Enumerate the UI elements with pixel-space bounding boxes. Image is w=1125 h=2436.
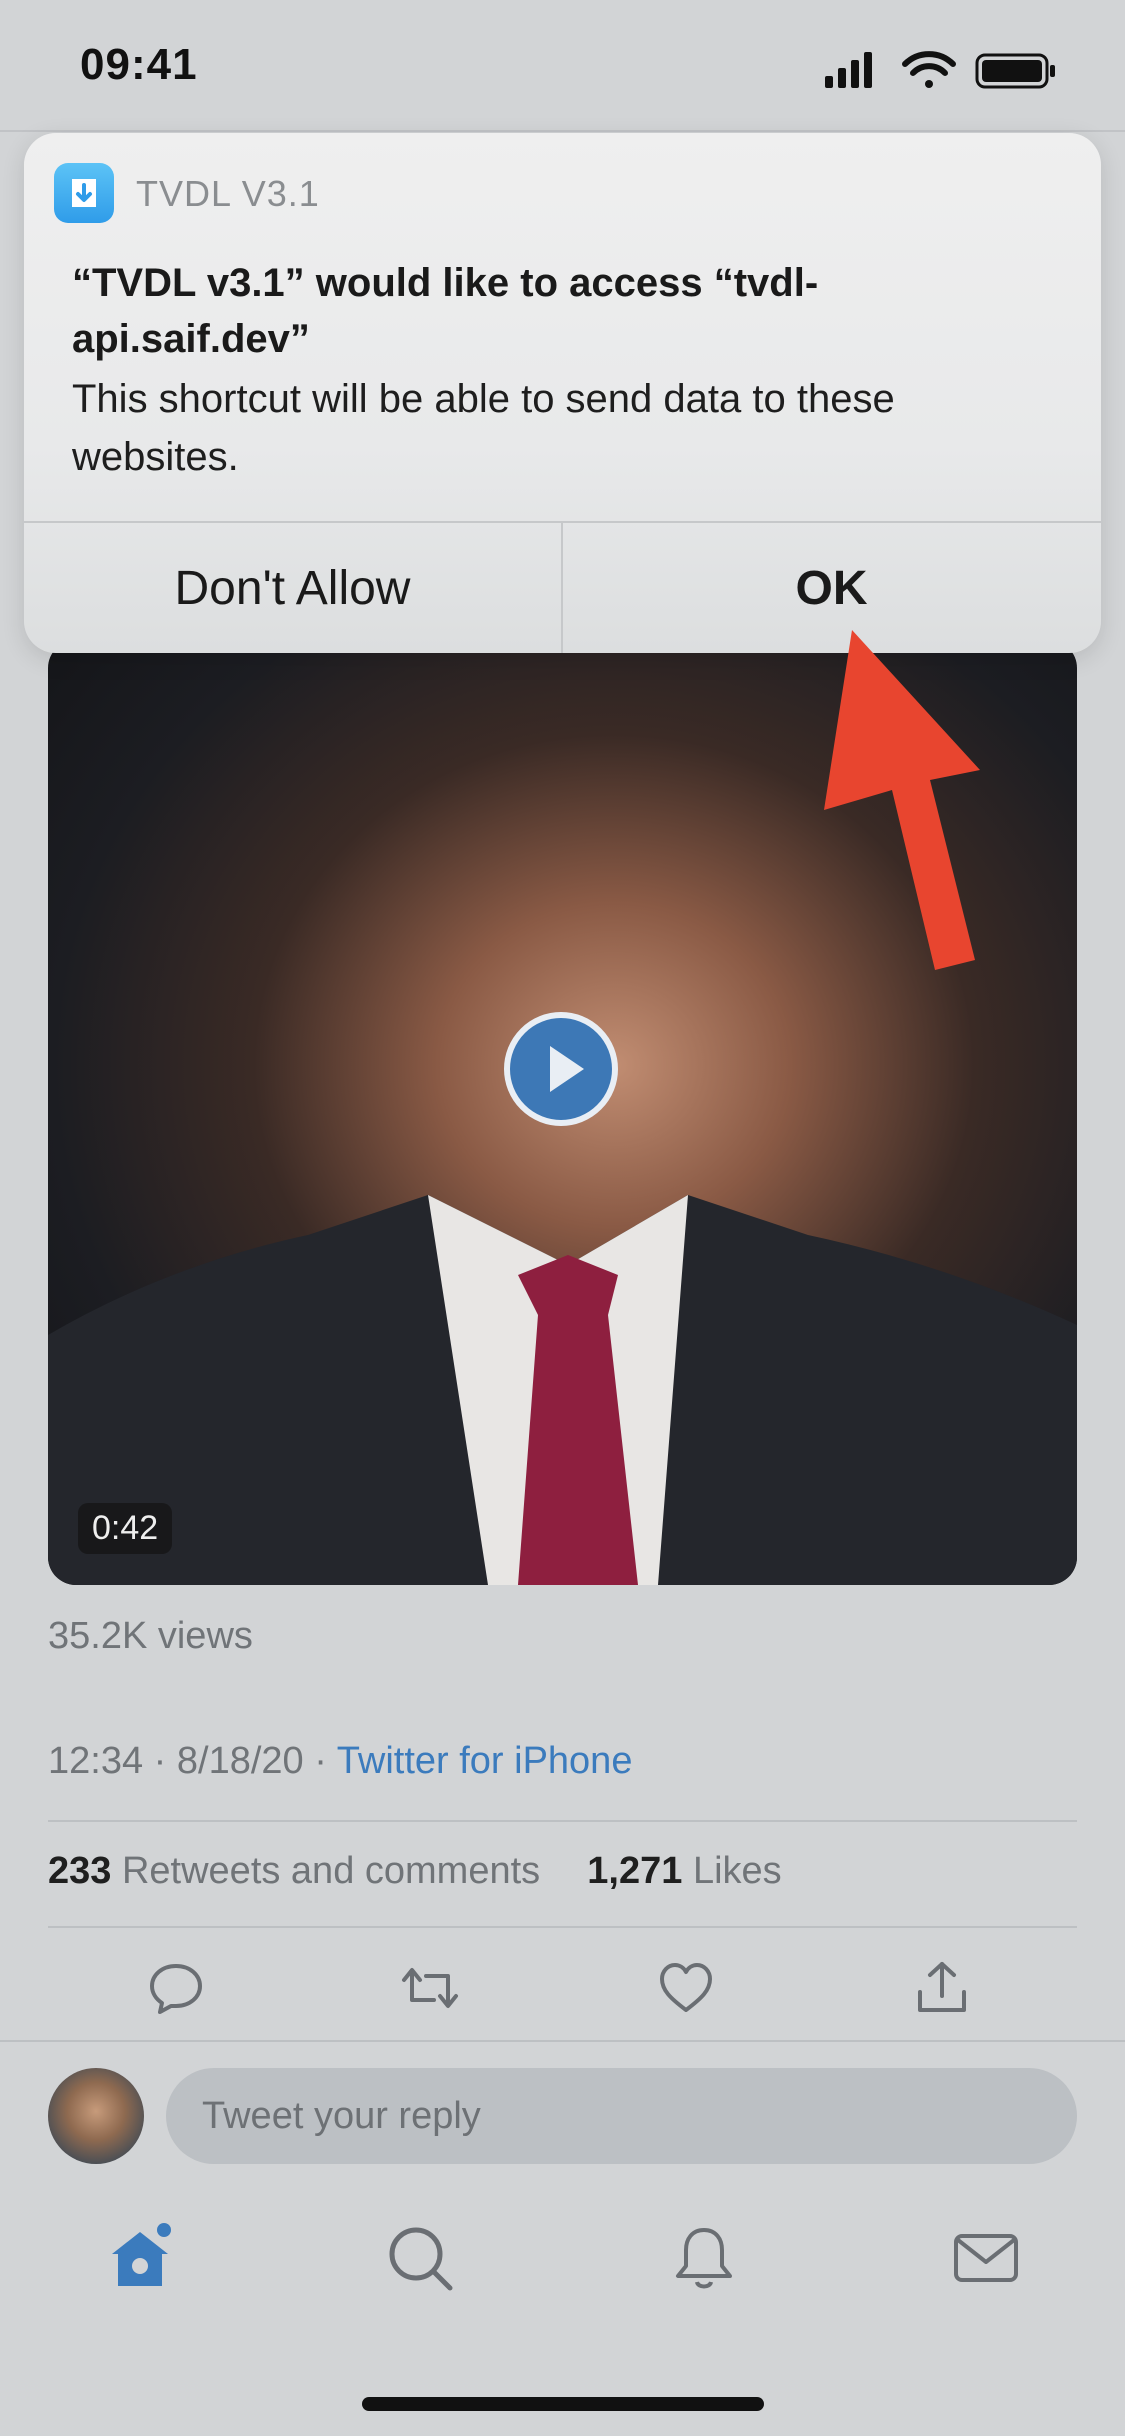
reply-icon[interactable] <box>146 1958 206 2018</box>
tweet-time: 12:34 <box>48 1740 144 1782</box>
retweets-count[interactable]: 233 <box>48 1850 111 1892</box>
permission-alert: TVDL V3.1 “TVDL v3.1” would like to acce… <box>24 133 1101 653</box>
divider <box>48 1926 1077 1928</box>
notifications-icon[interactable] <box>668 2222 740 2294</box>
dont-allow-button[interactable]: Don't Allow <box>24 523 561 653</box>
battery-icon <box>975 53 1055 89</box>
top-divider <box>0 130 1125 132</box>
divider <box>0 2040 1125 2042</box>
messages-icon[interactable] <box>950 2222 1022 2294</box>
alert-app-name: TVDL V3.1 <box>136 173 320 214</box>
engagement-counts: 233 Retweets and comments 1,271 Likes <box>48 1850 782 1893</box>
video-duration-badge: 0:42 <box>78 1503 173 1554</box>
shortcut-app-icon <box>54 163 114 223</box>
alert-message: This shortcut will be able to send data … <box>72 377 895 479</box>
download-icon <box>72 179 96 207</box>
annotation-arrow-icon <box>824 630 980 970</box>
search-icon[interactable] <box>384 2222 456 2294</box>
likes-count[interactable]: 1,271 <box>587 1850 682 1892</box>
play-icon <box>550 1046 584 1092</box>
likes-label[interactable]: Likes <box>693 1850 782 1892</box>
tweet-reply-input[interactable] <box>166 2068 1077 2164</box>
share-icon[interactable] <box>912 1958 972 2018</box>
status-icons <box>825 51 1055 89</box>
wifi-icon <box>902 51 956 88</box>
tweet-source-link[interactable]: Twitter for iPhone <box>337 1740 633 1782</box>
status-time: 09:41 <box>80 40 198 89</box>
play-button[interactable] <box>504 1012 618 1126</box>
divider <box>48 1820 1077 1822</box>
view-count: 35.2K views <box>48 1615 253 1657</box>
like-icon[interactable] <box>656 1958 716 2018</box>
separator: · <box>314 1740 327 1782</box>
home-indicator <box>362 2397 764 2411</box>
home-icon[interactable] <box>104 2222 176 2294</box>
alert-title: “TVDL v3.1” would like to access “tvdl-a… <box>72 261 819 361</box>
retweets-label[interactable]: Retweets and comments <box>122 1850 540 1892</box>
video-frame-art <box>48 1195 1077 1585</box>
cellular-signal-icon <box>825 52 872 88</box>
separator: · <box>153 1740 167 1782</box>
tweet-timestamp-line: 12:34 · 8/18/20 · Twitter for iPhone <box>48 1740 632 1783</box>
retweet-icon[interactable] <box>400 1958 460 2018</box>
tweet-date: 8/18/20 <box>176 1740 304 1782</box>
user-avatar[interactable] <box>48 2068 144 2164</box>
